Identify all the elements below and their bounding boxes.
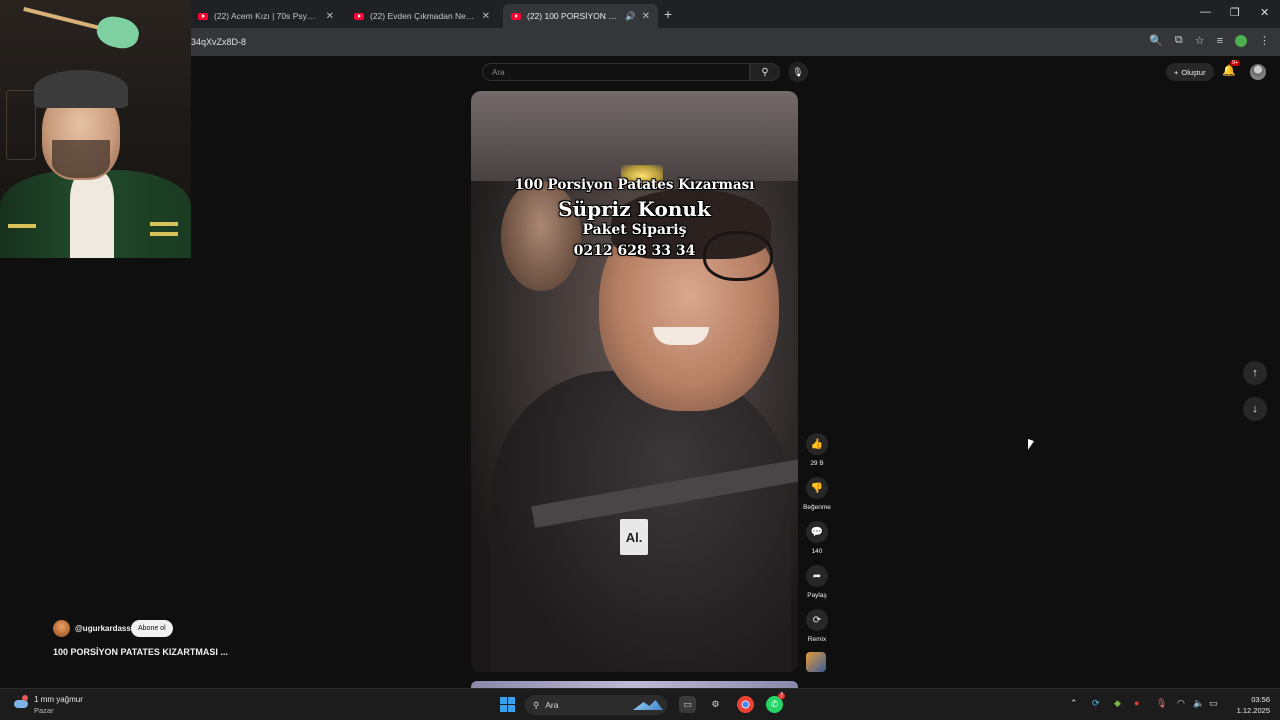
speaker-icon[interactable]: 🔊 xyxy=(625,11,636,22)
overlay-phone-number: 0212 628 33 34 xyxy=(573,243,696,259)
clock-time[interactable]: 03:56 xyxy=(1232,695,1270,704)
dislike-label: Beğenme xyxy=(803,504,831,511)
video-caption: Al. xyxy=(620,519,648,555)
create-label: Oluştur xyxy=(1181,67,1206,77)
tab-title: (22) 100 PORSİYON PATATE xyxy=(527,11,619,21)
close-window-button[interactable]: ✕ xyxy=(1260,6,1269,19)
app-icon[interactable]: ⚙ xyxy=(707,696,724,713)
search-button[interactable]: ⚲ xyxy=(750,63,780,81)
minimize-button[interactable]: — xyxy=(1200,6,1211,18)
comment-count: 140 xyxy=(811,548,823,555)
share-label: Paylaş xyxy=(807,592,827,599)
share-arrow-icon: ➦ xyxy=(812,570,822,582)
youtube-icon xyxy=(354,12,364,20)
youtube-icon xyxy=(511,12,521,20)
whatsapp-badge: 7 xyxy=(778,693,786,699)
clock-date[interactable]: 1.12.2025 xyxy=(1226,706,1270,715)
dislike-button[interactable]: 👎 Beğenme xyxy=(803,477,831,511)
remix-label: Remix xyxy=(807,636,827,643)
create-button[interactable]: + Oluştur xyxy=(1166,63,1214,81)
comments-button[interactable]: 💬 140 xyxy=(804,521,830,555)
profile-icon[interactable] xyxy=(1235,34,1247,47)
wifi-icon[interactable]: ◠ xyxy=(1177,698,1185,709)
account-avatar[interactable] xyxy=(1250,64,1266,80)
close-icon[interactable]: ✕ xyxy=(326,11,334,22)
close-icon[interactable]: ✕ xyxy=(642,11,650,22)
weather-icon[interactable] xyxy=(14,695,30,709)
browser-tab-2[interactable]: (22) Evden Çıkmadan Neler De ✕ xyxy=(346,4,498,28)
new-tab-button[interactable]: + xyxy=(664,6,672,22)
browser-tab-strip: (22) Acem Kızı | 70s Psychedeli ✕ (22) E… xyxy=(0,0,1280,28)
weather-day: Pazar xyxy=(34,706,54,715)
youtube-icon xyxy=(198,12,208,20)
microphone-icon[interactable]: 🎙 xyxy=(1156,698,1167,709)
wall-sign xyxy=(6,90,36,160)
microphone-icon: 🎙 xyxy=(792,66,804,77)
remix-icon: ⟳ xyxy=(812,614,822,626)
browser-tab-3[interactable]: (22) 100 PORSİYON PATATE 🔊 ✕ xyxy=(503,4,658,28)
video-title[interactable]: 100 PORSİYON PATATES KIZARTMASI ... xyxy=(53,647,228,657)
bookmark-star-icon[interactable]: ☆ xyxy=(1195,34,1205,47)
battery-icon[interactable]: ▭ xyxy=(1209,698,1218,709)
close-icon[interactable]: ✕ xyxy=(482,11,490,22)
arrow-up-icon: ↑ xyxy=(1252,367,1258,379)
arrow-down-icon: ↓ xyxy=(1252,403,1258,415)
address-bar-area: 34qXvZx8D-8 🔍 ⧉ ☆ ≡ ⋮ xyxy=(0,28,1280,56)
task-view-icon[interactable]: ▭ xyxy=(679,696,696,713)
zoom-icon[interactable]: 🔍 xyxy=(1149,34,1163,47)
search-icon: ⚲ xyxy=(533,699,540,710)
media-control-icon[interactable]: ≡ xyxy=(1217,35,1223,47)
restore-button[interactable]: ❐ xyxy=(1230,6,1240,19)
streamer-shirt xyxy=(70,172,114,258)
sound-thumbnail[interactable] xyxy=(806,652,826,672)
windows-start-icon[interactable] xyxy=(500,697,515,712)
overlay-line-2: Süpriz Konuk xyxy=(558,197,711,221)
overlay-line-3: Paket Sipariş xyxy=(582,222,687,238)
overlay-line-1: 100 Porsiyon Patates Kızarması xyxy=(514,177,755,193)
nvidia-icon[interactable]: ◆ xyxy=(1114,698,1121,709)
streamer-cap xyxy=(34,70,128,108)
chrome-icon[interactable] xyxy=(737,696,754,713)
thumbs-up-icon: 👍 xyxy=(810,438,824,450)
comment-icon: 💬 xyxy=(810,526,824,538)
tray-chevron-icon[interactable]: ⌃ xyxy=(1070,698,1078,709)
guitar-image xyxy=(22,0,142,53)
windows-taskbar: 1 mm yağmur Pazar ⚲ Ara ▭ ⚙ ✆ 7 ⌃ ⟳ ◆ ● … xyxy=(0,688,1280,720)
tab-title: (22) Acem Kızı | 70s Psychedeli xyxy=(214,11,320,21)
shorts-video-player[interactable]: 100 Porsiyon Patates Kızarması Süpriz Ko… xyxy=(471,91,798,672)
channel-avatar[interactable] xyxy=(53,620,70,637)
tab-title: (22) Evden Çıkmadan Neler De xyxy=(370,11,476,21)
like-count: 29 B xyxy=(810,460,824,467)
search-highlight-icon xyxy=(633,700,663,710)
volume-icon[interactable]: 🔈 xyxy=(1193,698,1204,709)
webcam-overlay xyxy=(0,0,191,258)
recording-icon[interactable]: ● xyxy=(1134,698,1139,708)
like-button[interactable]: 👍 29 B xyxy=(804,433,830,467)
install-icon[interactable]: ⧉ xyxy=(1175,34,1183,47)
search-icon: ⚲ xyxy=(761,66,769,78)
taskbar-search[interactable]: ⚲ Ara xyxy=(525,695,667,715)
next-short-button[interactable]: ↓ xyxy=(1243,397,1267,421)
mouse-cursor-icon xyxy=(1028,438,1034,453)
weather-condition[interactable]: 1 mm yağmur xyxy=(34,695,83,704)
sync-icon[interactable]: ⟳ xyxy=(1092,698,1100,709)
browser-tab-1[interactable]: (22) Acem Kızı | 70s Psychedeli ✕ xyxy=(190,4,342,28)
menu-kebab-icon[interactable]: ⋮ xyxy=(1259,34,1270,47)
previous-short-button[interactable]: ↑ xyxy=(1243,361,1267,385)
taskbar-search-label: Ara xyxy=(545,700,559,710)
notification-badge: 9+ xyxy=(1230,60,1241,66)
subscribe-button[interactable]: Abone ol xyxy=(131,620,173,637)
remix-button[interactable]: ⟳ Remix xyxy=(804,609,830,643)
share-button[interactable]: ➦ Paylaş xyxy=(804,565,830,599)
voice-search-button[interactable]: 🎙 xyxy=(788,62,808,82)
url-field[interactable]: 34qXvZx8D-8 xyxy=(191,37,246,47)
plus-icon: + xyxy=(1174,67,1179,77)
thumbs-down-icon: 👎 xyxy=(810,482,824,494)
channel-handle[interactable]: @ugurkardass xyxy=(75,624,131,633)
search-input[interactable]: Ara xyxy=(482,63,750,81)
